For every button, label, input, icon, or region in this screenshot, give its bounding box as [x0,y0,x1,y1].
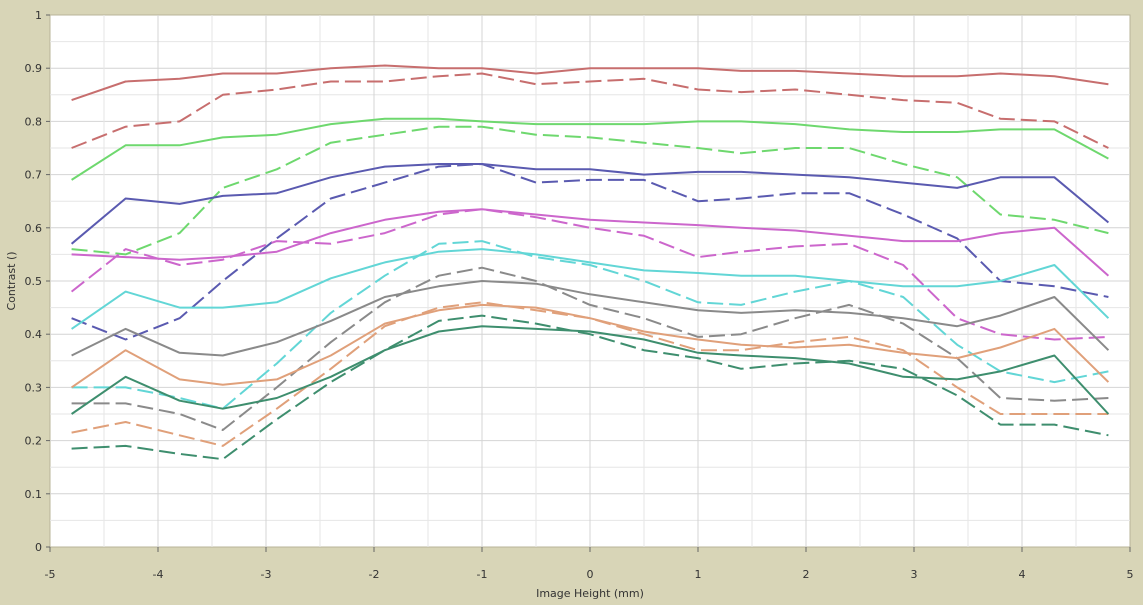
x-tick-label: 2 [803,568,810,581]
y-tick-label: 0.2 [25,435,43,448]
x-tick-label: -1 [477,568,488,581]
y-tick-label: 1 [35,9,42,22]
y-tick-label: 0.3 [25,381,43,394]
y-tick-label: 0 [35,541,42,554]
contrast-line-chart: 0 0.1 0.2 0.3 0.4 0.5 0.6 0.7 0.8 0.9 1 -5 -4 -3 -2 -1 0… [5,9,1134,600]
grid-lines [50,15,1130,547]
y-tick-label: 0.1 [25,488,43,501]
x-tick-label: -2 [369,568,380,581]
x-tick-label: -3 [261,568,272,581]
y-tick-label: 0.5 [25,275,43,288]
y-tick-label: 0.4 [25,328,43,341]
y-tick-label: 0.6 [25,222,43,235]
y-tick-label: 0.7 [25,169,43,182]
x-tick-label: 0 [587,568,594,581]
x-tick-label: -4 [153,568,164,581]
x-tick-label: 5 [1127,568,1134,581]
chart-window: 0 0.1 0.2 0.3 0.4 0.5 0.6 0.7 0.8 0.9 1 -5 -4 -3 -2 -1 0… [0,0,1143,605]
y-tick-label: 0.8 [25,115,43,128]
x-tick-label: -5 [45,568,56,581]
y-axis-label: Contrast () [5,251,18,310]
y-tick-label: 0.9 [25,62,43,75]
x-tick-label: 3 [911,568,918,581]
x-tick-label: 4 [1019,568,1026,581]
x-tick-label: 1 [695,568,702,581]
x-axis-label: Image Height (mm) [536,587,644,600]
